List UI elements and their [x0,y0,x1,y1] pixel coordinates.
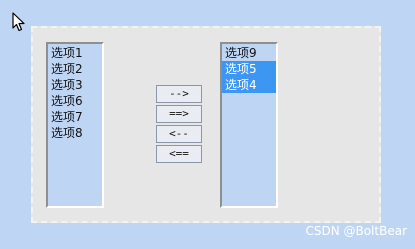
move-all-left-button[interactable]: <== [156,145,202,163]
list-item[interactable]: 选项3 [48,77,102,93]
list-item[interactable]: 选项8 [48,125,102,141]
list-item-selected[interactable]: 选项4 [222,77,276,93]
list-item[interactable]: 选项9 [222,45,276,61]
transfer-buttons: --> ==> <-- <== [156,85,202,165]
move-selected-right-button[interactable]: --> [156,85,202,103]
mouse-cursor-icon [12,12,25,32]
move-all-right-button[interactable]: ==> [156,105,202,123]
move-selected-left-button[interactable]: <-- [156,125,202,143]
left-listbox[interactable]: 选项1 选项2 选项3 选项6 选项7 选项8 [46,42,104,208]
transfer-panel: 选项1 选项2 选项3 选项6 选项7 选项8 --> ==> <-- <== … [31,26,381,223]
watermark: CSDN @BoltBear [305,224,407,238]
list-item[interactable]: 选项2 [48,61,102,77]
list-item[interactable]: 选项6 [48,93,102,109]
right-listbox[interactable]: 选项9 选项5 选项4 [220,42,278,208]
list-item-selected[interactable]: 选项5 [222,61,276,77]
list-item[interactable]: 选项7 [48,109,102,125]
list-item[interactable]: 选项1 [48,45,102,61]
